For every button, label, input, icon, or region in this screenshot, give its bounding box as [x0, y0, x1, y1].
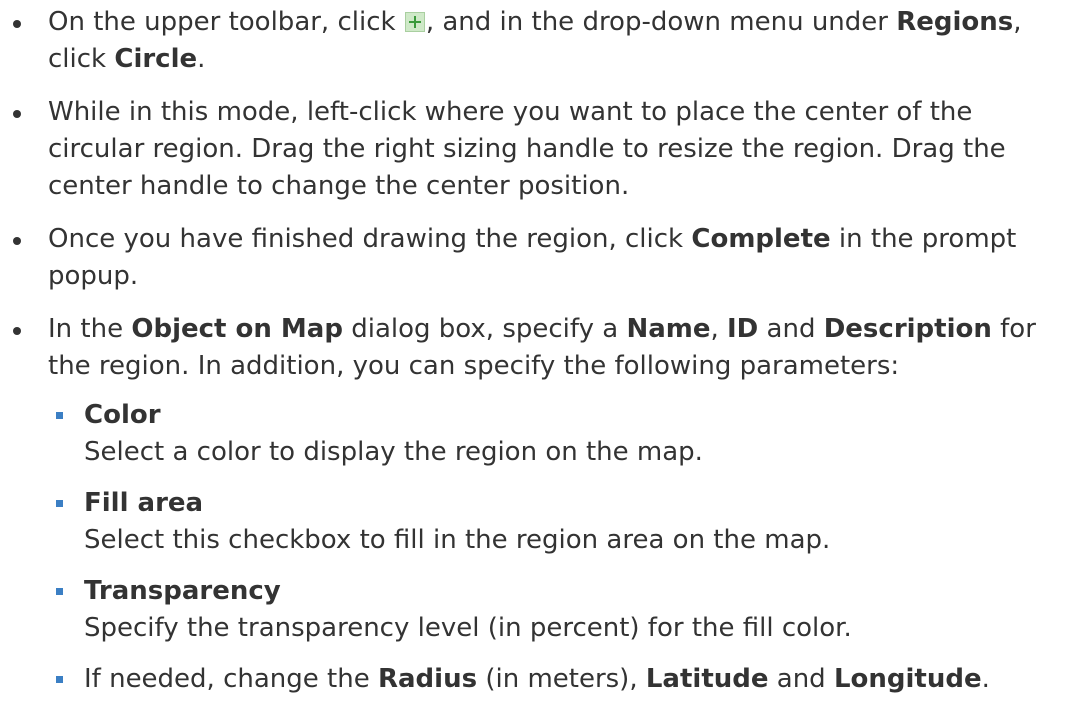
instructions-document: On the upper toolbar, click , and in the…	[0, 0, 1071, 714]
circle-term: Circle	[114, 44, 198, 74]
complete-term: Complete	[691, 224, 831, 254]
id-term: ID	[727, 314, 759, 344]
instruction-list: On the upper toolbar, click , and in the…	[0, 4, 1051, 698]
longitude-term: Longitude	[833, 664, 982, 694]
parameter-item-color: Color Select a color to display the regi…	[56, 397, 1051, 471]
list-item-step-4: In the Object on Map dialog box, specify…	[13, 311, 1051, 698]
square-bullet-icon	[56, 676, 63, 683]
object-on-map-term: Object on Map	[131, 314, 343, 344]
bullet-icon	[13, 237, 21, 245]
parameter-description: Select a color to display the region on …	[84, 437, 703, 467]
bullet-icon	[13, 20, 21, 28]
name-term: Name	[626, 314, 711, 344]
parameter-item-radius-lat-long: If needed, change the Radius (in meters)…	[56, 661, 1051, 698]
plus-icon	[404, 12, 425, 32]
bullet-icon	[13, 110, 21, 118]
bullet-icon	[13, 327, 21, 335]
description-term: Description	[823, 314, 992, 344]
parameter-description: Specify the transparency level (in perce…	[84, 613, 852, 643]
list-item-step-1: On the upper toolbar, click , and in the…	[13, 4, 1051, 78]
parameter-description: Select this checkbox to fill in the regi…	[84, 525, 831, 555]
list-item-step-3: Once you have finished drawing the regio…	[13, 221, 1051, 295]
square-bullet-icon	[56, 412, 63, 419]
parameter-item-transparency: Transparency Specify the transparency le…	[56, 573, 1051, 647]
radius-term: Radius	[377, 664, 478, 694]
square-bullet-icon	[56, 588, 63, 595]
parameter-title: Transparency	[84, 576, 281, 606]
latitude-term: Latitude	[645, 664, 769, 694]
list-item-step-2: While in this mode, left-click where you…	[13, 94, 1051, 205]
regions-term: Regions	[896, 7, 1014, 37]
parameter-title: Color	[84, 400, 161, 430]
square-bullet-icon	[56, 500, 63, 507]
parameter-title: Fill area	[84, 488, 204, 518]
parameter-list: Color Select a color to display the regi…	[48, 397, 1051, 698]
parameter-item-fill-area: Fill area Select this checkbox to fill i…	[56, 485, 1051, 559]
